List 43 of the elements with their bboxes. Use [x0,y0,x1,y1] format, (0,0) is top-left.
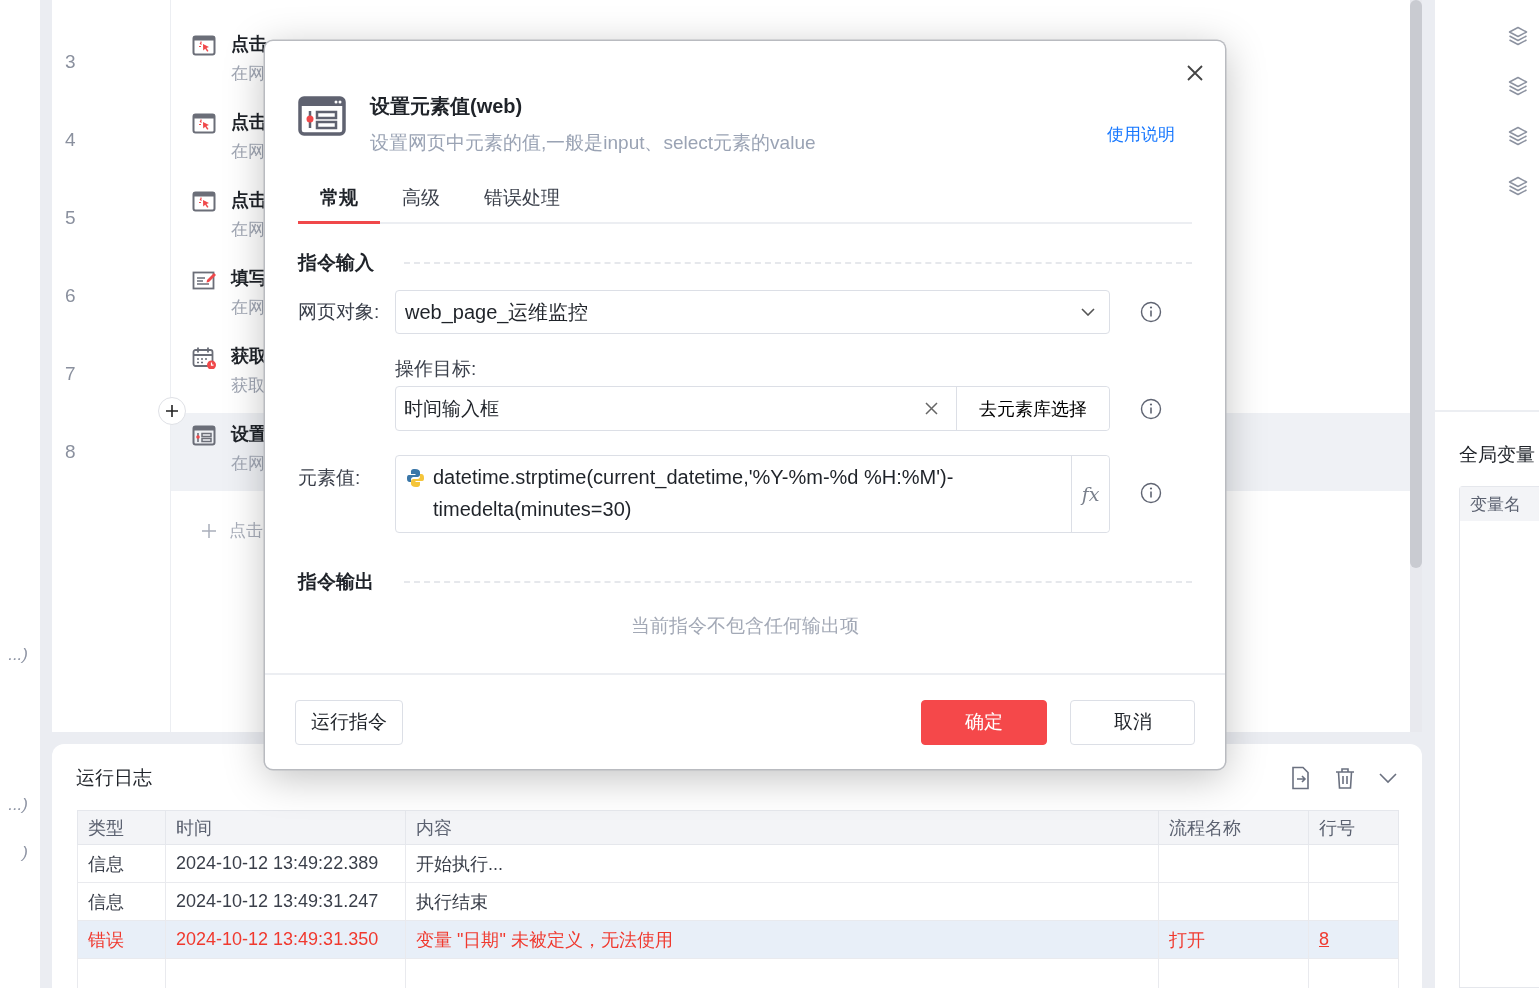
table-cell: 错误 [77,920,166,959]
section-title: 指令输出 [298,570,374,594]
line-number: 3 [65,51,76,73]
section-title: 指令输入 [298,251,374,275]
table-cell: 信息 [77,844,166,883]
dialog-title: 设置元素值(web) [370,94,524,119]
column-header: 变量名 [1470,493,1521,516]
step-description: 在网 [231,453,266,475]
line-number: 4 [65,129,76,151]
column-header: 类型 [77,810,166,845]
column-header: 行号 [1308,810,1399,845]
line-number: 6 [65,285,76,307]
dialog-subtitle: 设置网页中元素的值,一般是input、select元素的value [370,131,816,155]
line-number: 5 [65,207,76,229]
column-header: 内容 [405,810,1159,845]
column-header: 流程名称 [1158,810,1309,845]
truncated-text: ...) [8,795,28,815]
table-cell: 信息 [77,882,166,921]
step-description: 获取 [231,375,266,397]
table-cell: 执行结束 [405,882,1159,921]
panel-title: 运行日志 [76,766,153,790]
table-cell: 开始执行... [405,844,1159,883]
step-description: 在网 [231,63,266,85]
step-description: 在网 [231,297,266,319]
table-cell: 2024-10-12 13:49:31.350 [165,920,406,959]
table-cell: 打开 [1158,920,1309,959]
truncated-text: ...) [8,645,28,665]
step-title: 点击 [231,33,267,55]
field-label: 操作目标: [395,357,478,381]
field-label: 元素值: [298,466,362,490]
column-header: 时间 [165,810,406,845]
field-label: 网页对象: [298,300,381,324]
table-cell: 2024-10-12 13:49:31.247 [165,882,406,921]
table-cell: 2024-10-12 13:49:22.389 [165,844,406,883]
line-number: 8 [65,441,76,463]
empty-message: 当前指令不包含任何输出项 [630,614,860,638]
step-title: 获取 [231,345,267,367]
table-cell: 变量 "日期" 未被定义，无法使用 [405,920,1159,959]
line-number: 7 [65,363,76,385]
step-description: 在网 [231,219,266,241]
panel-title: 全局变量 [1459,443,1536,467]
step-description: 在网 [231,141,266,163]
truncated-text: ) [22,843,28,863]
